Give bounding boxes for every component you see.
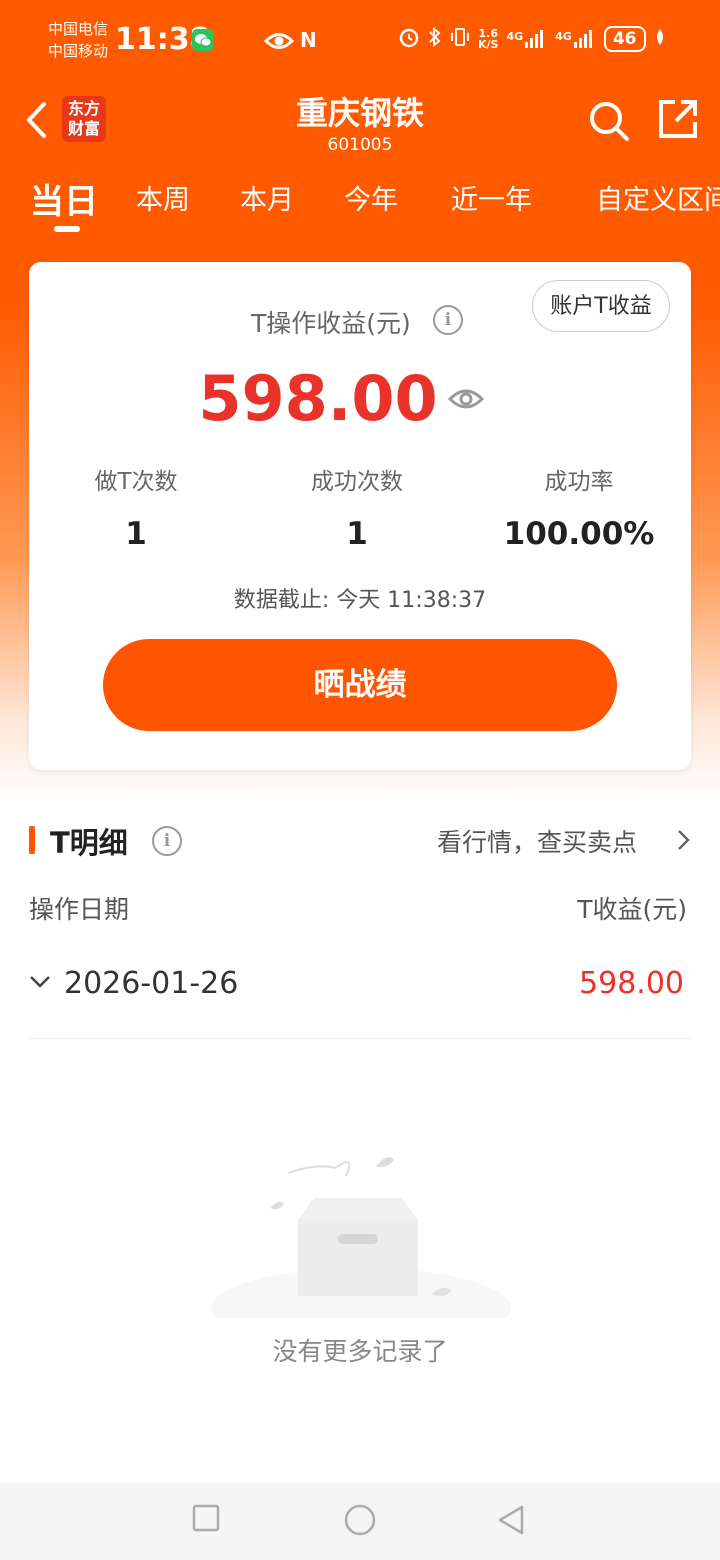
back-nav-button[interactable] <box>496 1504 526 1540</box>
tab-today[interactable]: 当日 <box>30 174 98 223</box>
view-market-link[interactable]: 看行情，查买卖点 <box>437 823 637 859</box>
tab-last-year[interactable]: 近一年 <box>451 178 532 217</box>
empty-box-illustration <box>206 1148 516 1348</box>
stat-label: 成功次数 <box>311 469 403 495</box>
bluetooth-icon <box>428 26 442 52</box>
profit-label: T操作收益(元) <box>251 309 411 338</box>
info-icon[interactable]: i <box>152 826 182 856</box>
leaf-icon <box>654 27 666 51</box>
triangle-back-icon <box>498 1505 524 1535</box>
search-icon <box>590 102 629 141</box>
share-button[interactable] <box>657 98 699 144</box>
profit-value: 598.00 <box>198 362 438 435</box>
toggle-visibility-button[interactable] <box>447 385 485 417</box>
stat-t-count: 做T次数 1 <box>36 462 236 552</box>
section-title: T明细 <box>50 826 128 860</box>
signal-1-label: 4G <box>506 30 524 43</box>
tab-this-week[interactable]: 本周 <box>136 178 190 217</box>
chevron-down-icon[interactable] <box>29 974 51 994</box>
stat-value: 1 <box>346 516 368 552</box>
no-more-records-text: 没有更多记录了 <box>272 1337 448 1366</box>
section-accent-bar <box>29 826 35 854</box>
period-tabs: 当日 本周 本月 今年 近一年 自定义区间 <box>0 178 720 238</box>
stat-success-rate: 成功率 100.00% <box>479 462 679 552</box>
row-profit: 598.00 <box>579 966 684 1001</box>
tab-custom-range[interactable]: 自定义区间 <box>596 178 720 217</box>
share-results-button[interactable]: 晒战绩 <box>103 639 617 731</box>
carrier-2: 中国移动 <box>48 42 109 60</box>
carrier-info: 中国电信 中国移动 <box>48 18 108 62</box>
recent-apps-button[interactable] <box>192 1504 220 1536</box>
wechat-notification-icon <box>192 29 214 51</box>
data-as-of: 数据截止: 今天 11:38:37 <box>233 588 487 613</box>
system-navigation-bar <box>0 1482 720 1560</box>
detail-row[interactable]: 2026-01-26 598.00 <box>29 940 691 1039</box>
signal-2: 4G <box>555 30 596 48</box>
summary-card: T操作收益(元) i 账户T收益 598.00 做T次数 1 成功次数 1 成功… <box>29 262 691 770</box>
status-right-group: 1.6 K/S 4G 4G 46 <box>398 26 666 52</box>
signal-2-label: 4G <box>555 30 572 43</box>
column-header-profit: T收益(元) <box>577 895 687 924</box>
square-icon <box>192 1504 220 1532</box>
carrier-1: 中国电信 <box>48 20 109 38</box>
row-date: 2026-01-26 <box>64 966 239 1001</box>
eye-icon <box>447 389 485 409</box>
stat-label: 做T次数 <box>94 469 178 495</box>
network-speed: 1.6 K/S <box>478 28 498 50</box>
home-button[interactable] <box>344 1504 376 1540</box>
tab-this-year[interactable]: 今年 <box>344 178 398 217</box>
share-icon <box>659 100 697 138</box>
active-tab-indicator <box>54 226 80 232</box>
circle-icon <box>344 1504 376 1536</box>
nfc-icon: N <box>300 28 317 52</box>
stat-value: 1 <box>125 516 147 552</box>
stat-success-count: 成功次数 1 <box>257 462 457 552</box>
eye-comfort-icon <box>263 30 295 56</box>
net-speed-unit: K/S <box>478 38 499 51</box>
account-t-profit-button[interactable]: 账户T收益 <box>532 280 670 332</box>
alarm-icon <box>398 26 420 52</box>
search-button[interactable] <box>587 99 631 147</box>
vibrate-icon <box>450 26 470 52</box>
stat-value: 100.00% <box>503 516 655 552</box>
chevron-right-icon[interactable] <box>676 828 692 856</box>
column-header-date: 操作日期 <box>29 895 130 924</box>
status-bar: 中国电信 中国移动 11:38 N 1.6 K/S 4G 4G 46 <box>0 0 720 80</box>
signal-1: 4G <box>506 30 547 48</box>
tab-this-month[interactable]: 本月 <box>240 178 294 217</box>
info-icon[interactable]: i <box>433 305 463 335</box>
signal-bars-icon <box>573 30 596 48</box>
stat-label: 成功率 <box>544 469 614 495</box>
signal-bars-icon <box>525 30 547 48</box>
battery-indicator: 46 <box>603 26 646 52</box>
